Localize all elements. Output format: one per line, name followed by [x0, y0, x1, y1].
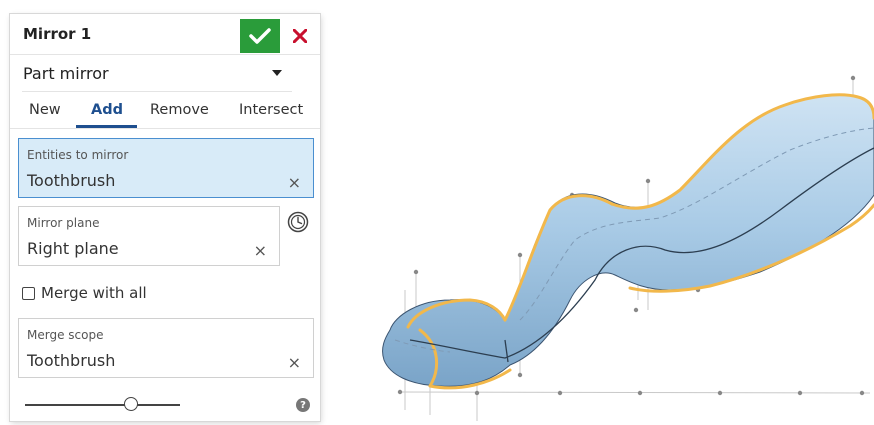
merge-with-all-label: Merge with all [41, 284, 147, 302]
clear-mirror-plane-button[interactable]: × [254, 241, 267, 260]
chevron-down-icon [272, 70, 282, 76]
tab-new[interactable]: New [29, 102, 61, 118]
mirror-feature-dialog: Mirror 1 Part mirror New Add Remove Inte… [10, 14, 320, 421]
merge-scope-field[interactable]: Merge scope Toothbrush × [18, 318, 314, 378]
mirror-plane-field[interactable]: Mirror plane Right plane × [18, 206, 280, 266]
mirror-type-dropdown[interactable]: Part mirror [22, 55, 292, 92]
entities-to-mirror-label: Entities to mirror [27, 148, 129, 162]
slider-thumb[interactable] [124, 397, 138, 411]
help-icon[interactable]: ? [296, 398, 310, 412]
model-body [382, 94, 874, 387]
tab-remove[interactable]: Remove [150, 102, 209, 118]
entities-to-mirror-field[interactable]: Entities to mirror Toothbrush × [18, 138, 314, 198]
merge-with-all-option[interactable]: Merge with all [22, 282, 147, 304]
mirror-type-value: Part mirror [23, 64, 109, 83]
merge-scope-value: Toothbrush [27, 351, 116, 370]
clear-merge-scope-button[interactable]: × [288, 353, 301, 372]
clock-icon [287, 211, 309, 233]
dialog-header: Mirror 1 [10, 14, 320, 55]
boolean-operation-tabs: New Add Remove Intersect [10, 94, 320, 129]
entities-to-mirror-value: Toothbrush [27, 171, 116, 190]
mirror-plane-value: Right plane [27, 239, 119, 258]
merge-with-all-checkbox[interactable] [22, 286, 35, 300]
accept-button[interactable] [240, 19, 280, 53]
clear-entities-button[interactable]: × [288, 173, 301, 192]
toothbrush-model[interactable] [330, 0, 874, 421]
rollback-slider[interactable] [25, 394, 185, 414]
tab-add[interactable]: Add [91, 102, 123, 118]
slider-track [25, 404, 180, 406]
3d-viewport[interactable] [330, 0, 874, 421]
history-button[interactable] [287, 211, 309, 233]
dialog-title: Mirror 1 [23, 25, 92, 43]
cancel-button[interactable] [285, 19, 315, 53]
mirror-plane-label: Mirror plane [27, 216, 100, 230]
close-icon [293, 29, 307, 43]
tab-intersect[interactable]: Intersect [239, 102, 303, 118]
merge-scope-label: Merge scope [27, 328, 104, 342]
checkmark-icon [249, 28, 271, 44]
active-tab-indicator [76, 125, 137, 128]
